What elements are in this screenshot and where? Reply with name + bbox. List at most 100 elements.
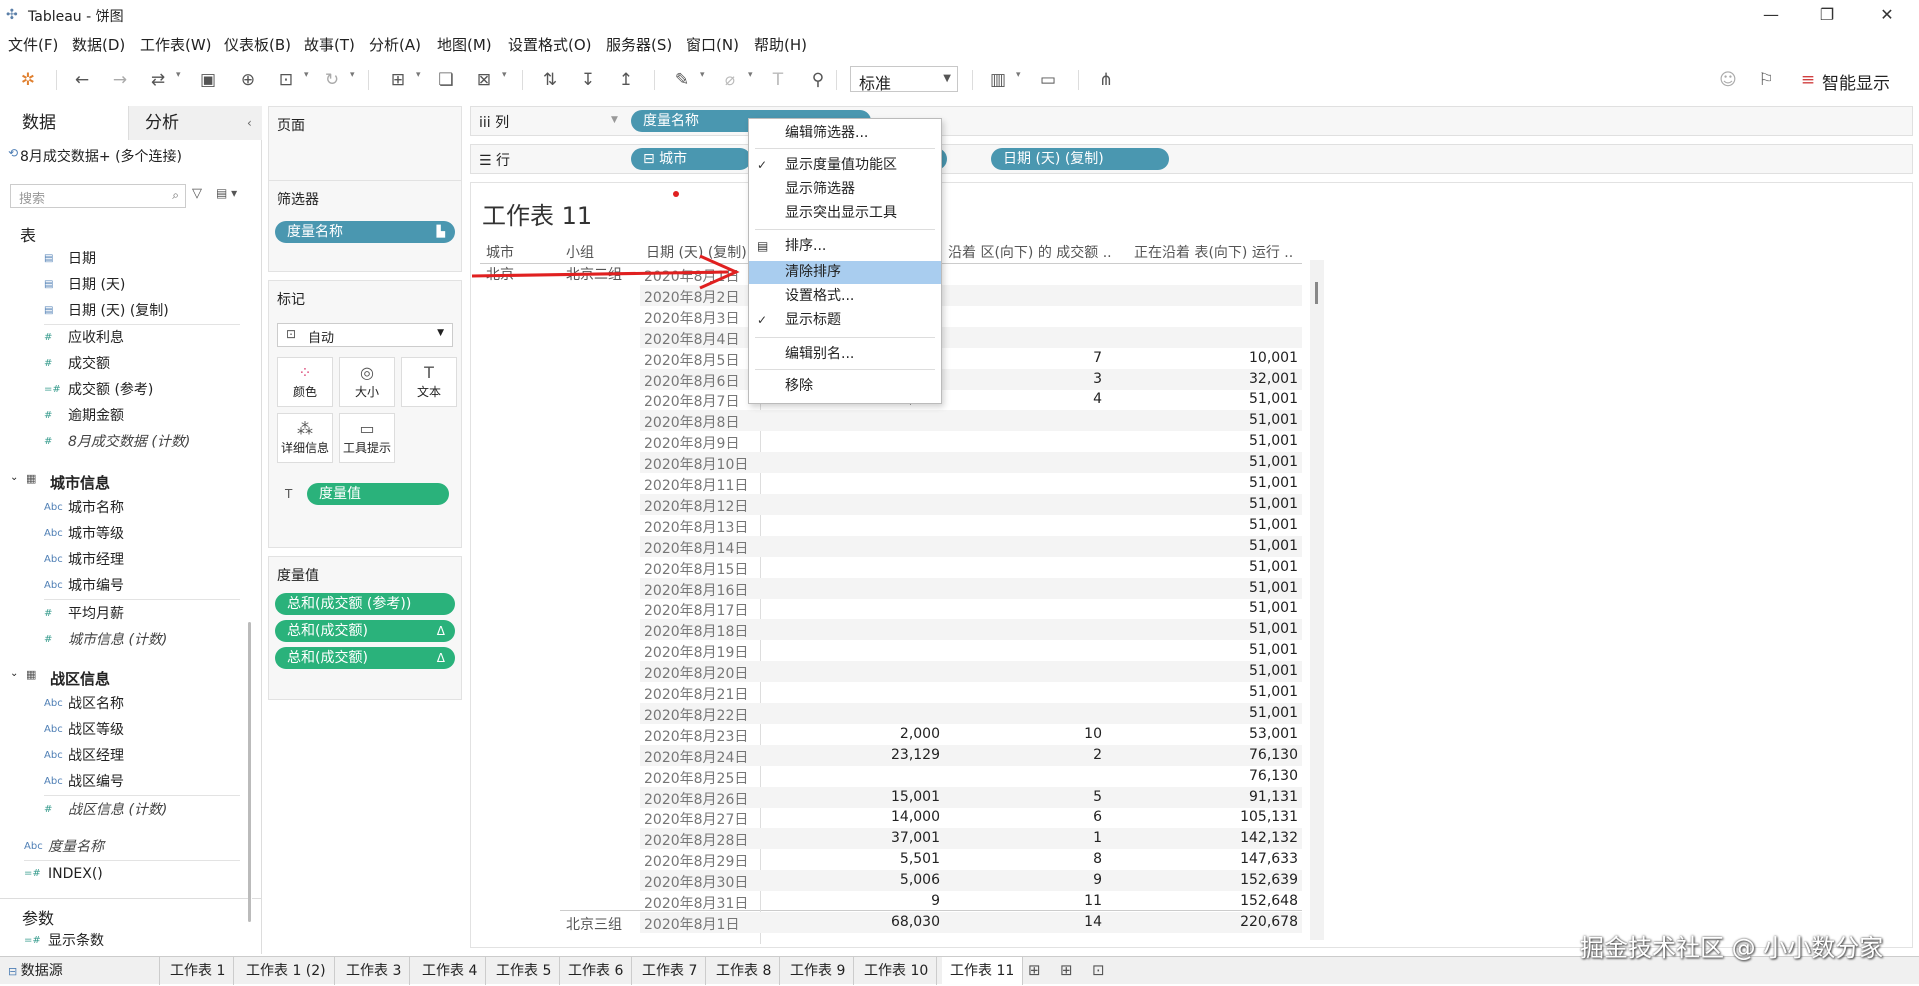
sheet-tab[interactable]: 工作表 4 xyxy=(414,957,487,985)
swap-icon[interactable]: ⇅ xyxy=(538,68,562,92)
table-row[interactable]: 2020年8月9日 51,001 xyxy=(640,431,1302,452)
clear-sheet-icon[interactable]: ⊠ xyxy=(472,68,496,92)
chevron-down-icon[interactable]: ▾ xyxy=(1016,70,1021,80)
chevron-down-icon[interactable]: ▾ xyxy=(176,70,181,80)
pause-updates-icon[interactable]: ⊡ xyxy=(274,68,298,92)
table-row[interactable]: 2020年8月5日 7 10,001 xyxy=(640,348,1302,369)
table-row[interactable]: 2020年8月14日 51,001 xyxy=(640,535,1302,557)
chevron-down-icon[interactable]: ▾ xyxy=(350,70,355,80)
view-options-icon[interactable]: ▤ ▾ xyxy=(216,186,237,200)
chevron-down-icon[interactable]: ▾ xyxy=(502,70,507,80)
paint-icon[interactable]: ⚐ xyxy=(1754,68,1778,92)
rows-pill-date-copy[interactable]: 日期 (天) (复制) xyxy=(991,148,1169,170)
sheet-tab[interactable]: 工作表 1 xyxy=(162,957,235,985)
table-row[interactable]: 2020年8月4日 xyxy=(640,326,1302,348)
new-story-icon[interactable]: ⊡ xyxy=(1092,961,1105,979)
close-button[interactable]: ✕ xyxy=(1864,2,1910,28)
table-row[interactable]: 2020年8月20日 51,001 xyxy=(640,661,1302,683)
menu-item-edit-filter[interactable]: 编辑筛选器... xyxy=(749,122,941,145)
city-info-header[interactable]: 城市信息 xyxy=(50,472,110,493)
chevron-down-icon[interactable]: ▾ xyxy=(304,70,309,80)
refresh-icon[interactable]: ↻ xyxy=(320,68,344,92)
menu-item-clear-sort[interactable]: 清除排序 xyxy=(749,261,941,284)
menu-file[interactable]: 文件(F) xyxy=(8,34,58,55)
menu-item-show-filter[interactable]: 显示筛选器 xyxy=(749,178,941,201)
table-row[interactable]: 2020年8月25日 76,130 xyxy=(640,766,1302,787)
replace-data-icon[interactable]: ⇄ xyxy=(146,68,170,92)
table-row[interactable]: 2020年8月15日 51,001 xyxy=(640,557,1302,578)
scrollbar-thumb[interactable] xyxy=(1315,282,1318,304)
chevron-down-icon[interactable]: ▾ xyxy=(700,70,705,80)
table-row[interactable]: 2020年8月21日 51,001 xyxy=(640,682,1302,703)
table-row[interactable]: 2020年8月8日 51,001 xyxy=(640,410,1302,432)
menu-item-show-header[interactable]: ✓ 显示标题 xyxy=(749,309,941,332)
header-zone-rank[interactable]: 沿着 区(向下) 的 成交额 .. xyxy=(948,242,1112,262)
menu-data[interactable]: 数据(D) xyxy=(72,34,125,55)
mark-color-button[interactable]: ⁘ 颜色 xyxy=(277,357,333,407)
share-icon[interactable]: ⋔ xyxy=(1094,68,1118,92)
connection-name[interactable]: 8月成交数据+ (多个连接) xyxy=(20,146,182,166)
menu-item-show-highlighter[interactable]: 显示突出显示工具 xyxy=(749,202,941,225)
save-icon[interactable]: ▣ xyxy=(196,68,220,92)
show-me-icon[interactable]: ≡ xyxy=(1796,68,1820,92)
filters-card[interactable]: 筛选器 度量名称 ▙ xyxy=(268,180,462,272)
sort-descending-icon[interactable]: ↥ xyxy=(614,68,638,92)
sheet-tab[interactable]: 工作表 8 xyxy=(708,957,781,985)
sheet-tab[interactable]: 工作表 5 xyxy=(488,957,561,985)
chevron-down-icon[interactable]: ▾ xyxy=(416,70,421,80)
sheet-tab[interactable]: 工作表 3 xyxy=(338,957,411,985)
undo-icon[interactable]: ← xyxy=(70,68,94,92)
filter-pill-measure-names[interactable]: 度量名称 ▙ xyxy=(275,221,455,243)
mark-size-button[interactable]: ◎ 大小 xyxy=(339,357,395,407)
menu-map[interactable]: 地图(M) xyxy=(437,34,492,55)
pin-icon[interactable]: ⚲ xyxy=(806,68,830,92)
chevron-down-icon[interactable]: ⌄ xyxy=(10,472,18,483)
table-row[interactable]: 2020年8月30日 5,006 9 152,639 xyxy=(640,870,1302,892)
table-row[interactable]: 2020年8月24日 23,129 2 76,130 xyxy=(640,744,1302,766)
menu-story[interactable]: 故事(T) xyxy=(304,34,355,55)
menu-worksheet[interactable]: 工作表(W) xyxy=(140,34,212,55)
rows-shelf[interactable]: ☰ 行 ⊟ 城市 日期 (天) (复制) xyxy=(470,144,1913,174)
presentation-icon[interactable]: ▭ xyxy=(1036,68,1060,92)
labels-icon[interactable]: T xyxy=(766,68,790,92)
mv-pill-turnover-ref[interactable]: 总和(成交额 (参考)) xyxy=(275,593,455,615)
mark-type-select[interactable]: ⊡ 自动 ▼ xyxy=(277,323,453,347)
table-row[interactable]: 2020年8月28日 37,001 1 142,132 xyxy=(640,828,1302,850)
duplicate-sheet-icon[interactable]: ❏ xyxy=(434,68,458,92)
chevron-down-icon[interactable]: ▼ xyxy=(611,115,618,125)
menu-item-sort[interactable]: ▤ 排序... xyxy=(749,235,941,258)
menu-dashboard[interactable]: 仪表板(B) xyxy=(224,34,291,55)
restore-button[interactable]: ❐ xyxy=(1804,2,1850,28)
sheet-tab[interactable]: 工作表 10 xyxy=(856,957,938,985)
minimize-button[interactable]: — xyxy=(1748,2,1794,28)
table-row[interactable]: 2020年8月29日 5,501 8 147,633 xyxy=(640,849,1302,870)
menu-help[interactable]: 帮助(H) xyxy=(754,34,807,55)
table-row[interactable]: 2020年8月19日 51,001 xyxy=(640,640,1302,661)
zone-info-header[interactable]: 战区信息 xyxy=(50,668,110,689)
tableau-home-icon[interactable]: ✲ xyxy=(16,68,40,92)
table-row[interactable]: 2020年8月16日 51,001 xyxy=(640,577,1302,599)
group-icon[interactable]: ⌀ xyxy=(718,68,742,92)
new-worksheet-icon[interactable]: ⊞ xyxy=(1028,961,1041,979)
show-cards-icon[interactable]: ▥ xyxy=(986,68,1010,92)
table-row[interactable]: 2020年8月17日 51,001 xyxy=(640,598,1302,619)
menu-server[interactable]: 服务器(S) xyxy=(606,34,672,55)
marks-pill-measure-values[interactable]: 度量值 xyxy=(307,483,449,505)
table-row[interactable]: 2020年8月31日 9 11 152,648 xyxy=(640,891,1302,912)
mark-text-button[interactable]: T 文本 xyxy=(401,357,457,407)
header-running-total[interactable]: 正在沿着 表(向下) 运行 .. xyxy=(1134,242,1293,262)
sheet-tab[interactable]: 工作表 1 (2) xyxy=(238,957,335,985)
table-row[interactable]: 2020年8月13日 51,001 xyxy=(640,515,1302,536)
collapse-icon[interactable]: ‹ xyxy=(247,106,252,140)
assistant-icon[interactable]: ☺ xyxy=(1716,68,1740,92)
columns-shelf[interactable]: iii 列 ▼ 度量名称 xyxy=(470,106,1913,136)
table-row[interactable]: 2020年8月7日19,000451,001 xyxy=(640,389,1302,410)
new-datasource-icon[interactable]: ⊕ xyxy=(236,68,260,92)
tab-analysis[interactable]: 分析 ‹ xyxy=(128,106,262,140)
sort-ascending-icon[interactable]: ↧ xyxy=(576,68,600,92)
sheet-tab[interactable]: 工作表 9 xyxy=(782,957,855,985)
mv-pill-turnover[interactable]: 总和(成交额) Δ xyxy=(275,620,455,642)
new-sheet-icon[interactable]: ⊞ xyxy=(386,68,410,92)
table-row[interactable]: 2020年8月27日 14,000 6 105,131 xyxy=(640,807,1302,828)
tab-data[interactable]: 数据 xyxy=(0,106,128,140)
